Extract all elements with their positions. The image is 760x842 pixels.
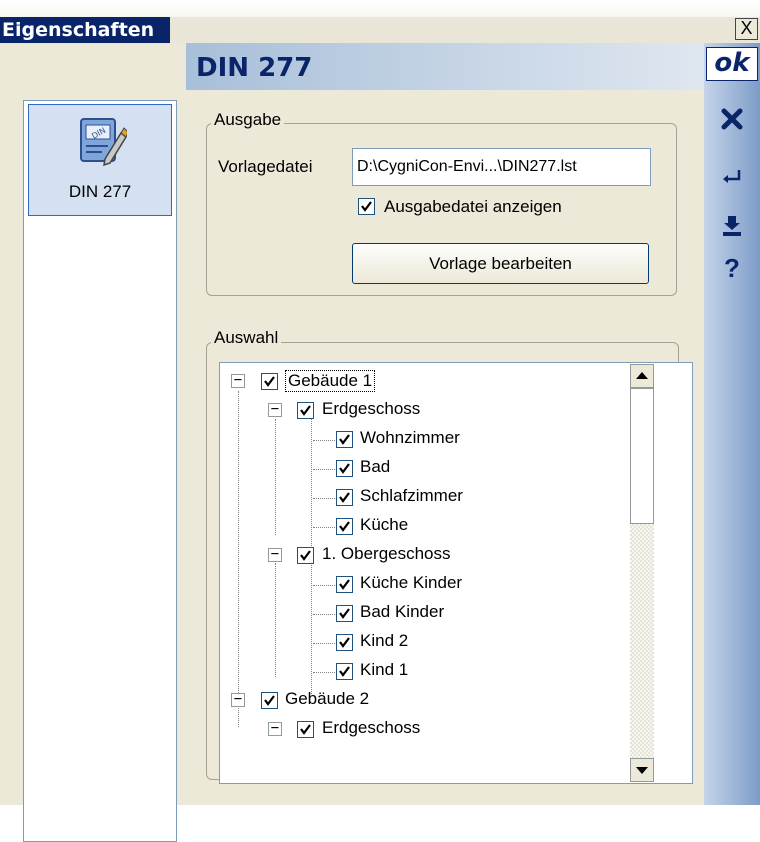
tree-node-label: Gebäude 2 (285, 689, 370, 708)
scroll-thumb[interactable] (630, 388, 654, 524)
x-icon (721, 108, 743, 130)
left-panel: DIN DIN 277 (0, 43, 186, 842)
tree-node-label: Schlafzimmer (360, 486, 463, 505)
arrow-down-icon (636, 767, 648, 774)
tree-checkbox[interactable] (336, 576, 353, 593)
category-list: DIN DIN 277 (23, 100, 177, 842)
tree-checkbox[interactable] (336, 605, 353, 622)
tree-checkbox[interactable] (297, 721, 314, 738)
tree-checkbox[interactable] (336, 431, 353, 448)
cancel-button[interactable] (704, 107, 760, 139)
auswahl-group-label: Auswahl (211, 328, 282, 348)
tree-checkbox[interactable] (336, 518, 353, 535)
tree-checkbox[interactable] (261, 373, 278, 390)
window-title: Eigenschaften (0, 17, 170, 43)
show-output-checkbox[interactable] (358, 198, 375, 215)
arrow-up-icon (636, 372, 648, 379)
tree-node-label: 1. Obergeschoss (322, 544, 451, 563)
template-label: Vorlagedatei (218, 157, 313, 176)
collapse-icon[interactable]: − (268, 402, 282, 417)
page-title: DIN 277 (196, 53, 313, 83)
tree-node-label: Gebäude 1 (285, 370, 376, 392)
scroll-up-button[interactable] (630, 364, 654, 388)
apply-button[interactable] (704, 165, 760, 193)
collapse-icon[interactable]: − (268, 547, 282, 562)
collapse-icon[interactable]: − (231, 373, 245, 388)
tree-node-label: Bad Kinder (360, 602, 445, 621)
collapse-icon[interactable]: − (231, 692, 245, 707)
main-panel: DIN 277 Ausgabe Vorlagedatei D:\CygniCon… (186, 43, 704, 805)
tree-checkbox[interactable] (336, 460, 353, 477)
save-button[interactable] (704, 214, 760, 242)
tree-node-label: Wohnzimmer (360, 428, 460, 447)
tree-node-label: Küche (360, 515, 409, 534)
edit-template-button[interactable]: Vorlage bearbeiten (352, 243, 649, 284)
show-output-label: Ausgabedatei anzeigen (384, 197, 562, 216)
scroll-down-button[interactable] (630, 758, 654, 782)
tree-checkbox[interactable] (336, 489, 353, 506)
collapse-icon[interactable]: − (268, 721, 282, 736)
title-bar: Eigenschaften X (0, 0, 760, 43)
tree-node-label: Kind 1 (360, 660, 409, 679)
close-button[interactable]: X (735, 18, 758, 40)
tree-node-label: Kind 2 (360, 631, 409, 650)
document-edit-icon: DIN (80, 118, 127, 167)
ausgabe-group-label: Ausgabe (211, 110, 285, 130)
page-header: DIN 277 (186, 43, 704, 90)
action-bar: ok ? (704, 43, 760, 805)
template-file-field[interactable]: D:\CygniCon-Envi...\DIN277.lst (352, 148, 651, 186)
ok-button[interactable]: ok (706, 47, 758, 81)
tree-checkbox[interactable] (297, 402, 314, 419)
save-icon (723, 216, 741, 236)
nav-item-label: DIN 277 (68, 182, 132, 201)
nav-item-din277[interactable]: DIN DIN 277 (28, 104, 172, 216)
tree-node-label: Erdgeschoss (322, 718, 421, 737)
tree-checkbox[interactable] (297, 547, 314, 564)
tree-checkbox[interactable] (336, 663, 353, 680)
tree-checkbox[interactable] (261, 692, 278, 709)
help-button[interactable]: ? (704, 253, 760, 284)
return-arrow-icon (723, 170, 741, 183)
tree-checkbox[interactable] (336, 634, 353, 651)
tree-scrollbar[interactable] (630, 364, 654, 782)
tree-node-label: Bad (360, 457, 391, 476)
tree-node-label: Küche Kinder (360, 573, 463, 592)
tree-node-label: Erdgeschoss (322, 399, 421, 418)
selection-tree[interactable]: − Gebäude 1 − Erdgeschoss Wohnzimmer Bad… (219, 362, 693, 784)
